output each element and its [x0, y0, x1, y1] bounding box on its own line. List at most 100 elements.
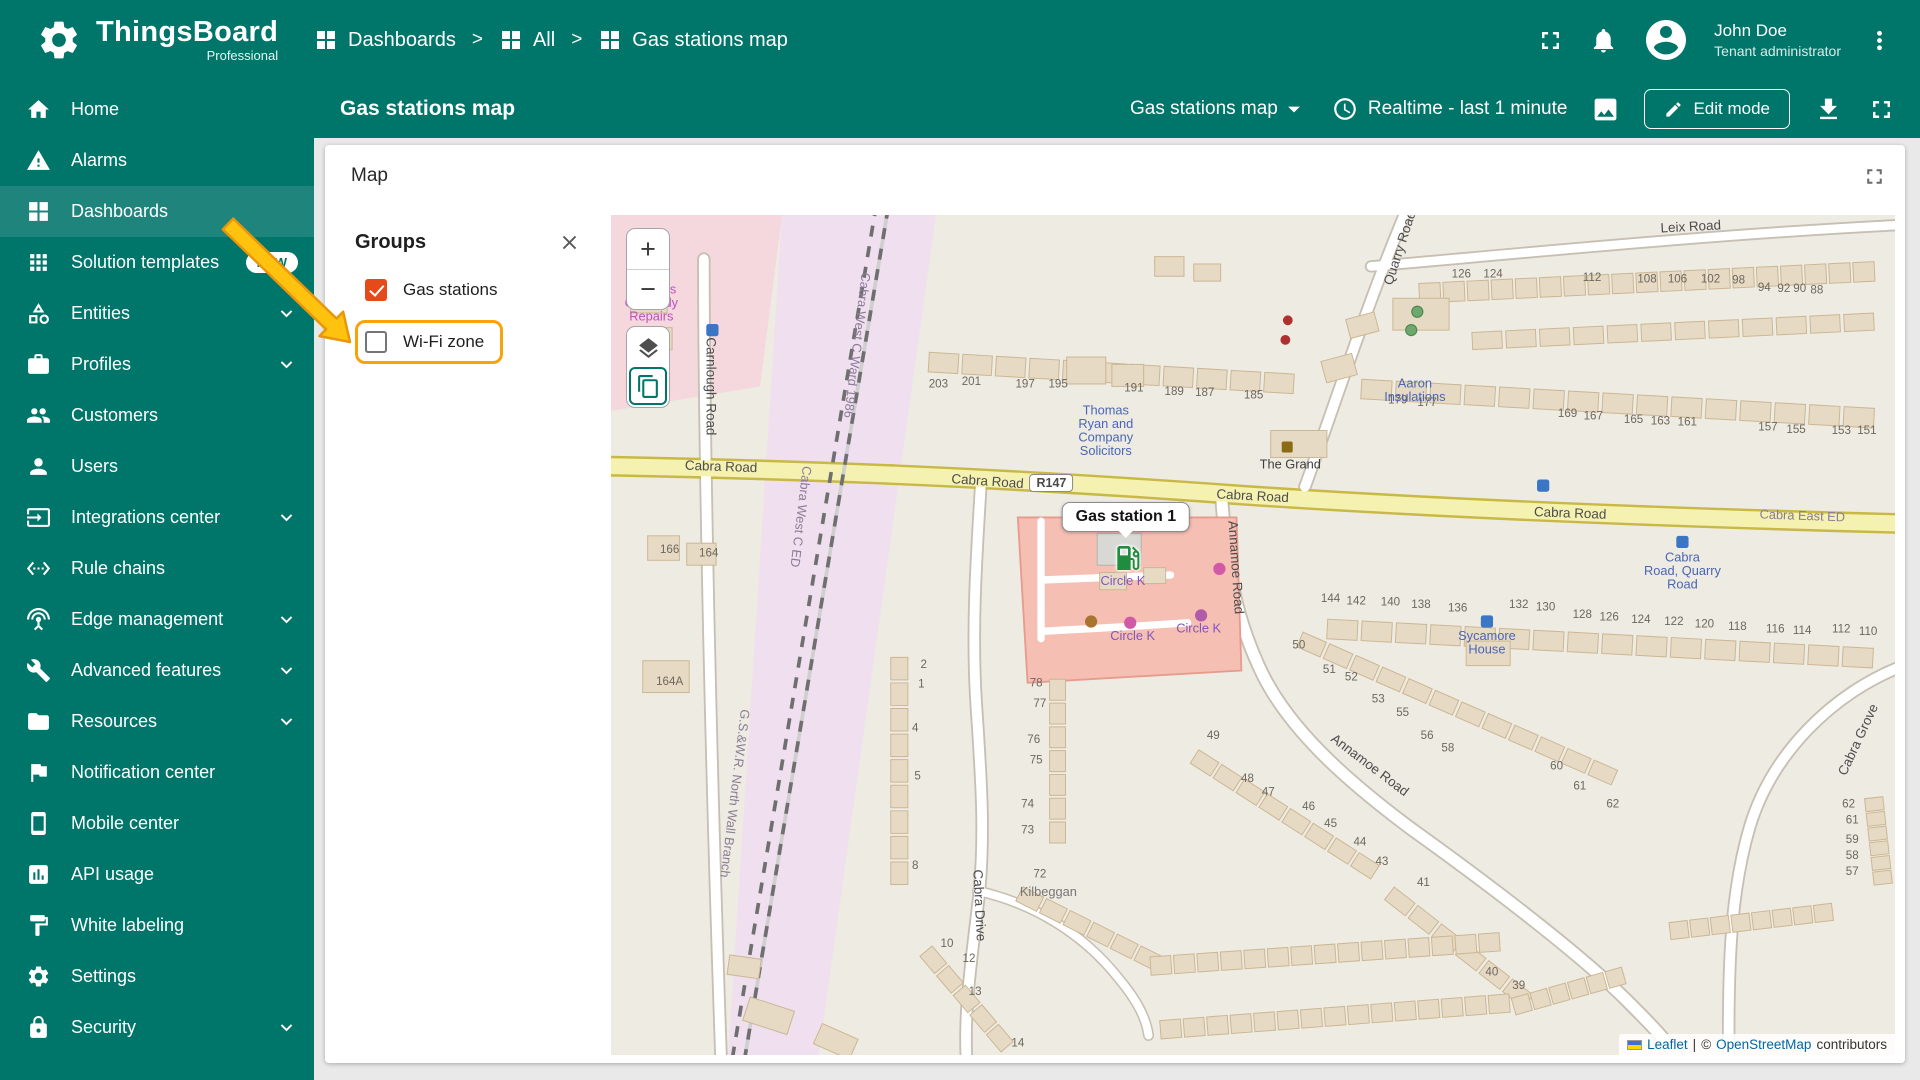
close-icon[interactable]	[558, 231, 581, 254]
svg-text:169: 169	[1558, 407, 1577, 420]
dashboard-grid-icon	[317, 31, 335, 49]
sidebar-item-customers[interactable]: Customers	[0, 390, 314, 441]
svg-text:164: 164	[699, 547, 719, 560]
breadcrumb-item-all[interactable]: All	[499, 28, 555, 52]
svg-text:55: 55	[1396, 706, 1409, 719]
user-avatar-icon[interactable]	[1642, 16, 1690, 64]
map-controls: + −	[626, 228, 670, 408]
sidebar-item-label: Solution templates	[71, 252, 220, 272]
svg-text:187: 187	[1195, 386, 1214, 399]
svg-text:142: 142	[1347, 594, 1366, 607]
svg-text:110: 110	[1859, 625, 1877, 638]
sidebar-item-solution-templates[interactable]: Solution templates NEW	[0, 237, 314, 288]
rulechains-icon	[26, 561, 51, 576]
svg-text:5: 5	[914, 769, 920, 782]
svg-text:Circle K: Circle K	[1110, 628, 1155, 643]
svg-text:203: 203	[929, 378, 948, 391]
sidebar-item-settings[interactable]: Settings	[0, 951, 314, 1002]
unchecked-checkbox[interactable]	[365, 331, 387, 353]
sidebar-item-edge-management[interactable]: Edge management	[0, 594, 314, 645]
sidebar-item-label: Customers	[71, 405, 159, 425]
user-info: John Doe Tenant administrator	[1714, 20, 1841, 60]
sidebar-item-advanced-features[interactable]: Advanced features	[0, 645, 314, 696]
copy-overlap-icon	[637, 374, 658, 398]
breadcrumb-item-dashboards[interactable]: Dashboards	[314, 28, 456, 52]
svg-text:Carnlough Road: Carnlough Road	[703, 337, 718, 435]
svg-text:201: 201	[962, 375, 981, 388]
widget-fullscreen-icon[interactable]	[1862, 164, 1887, 189]
svg-text:45: 45	[1324, 817, 1337, 830]
svg-text:10: 10	[941, 937, 954, 950]
settings-icon	[28, 966, 49, 987]
svg-text:157: 157	[1758, 420, 1777, 433]
sidebar-item-label: Rule chains	[71, 558, 166, 578]
poi-icon	[1280, 335, 1291, 345]
home-icon	[28, 100, 49, 118]
fullscreen-icon[interactable]	[1536, 26, 1565, 55]
image-export-icon[interactable]	[1591, 95, 1620, 124]
sidebar-item-notification-center[interactable]: Notification center	[0, 747, 314, 798]
sidebar-item-entities[interactable]: Entities	[0, 288, 314, 339]
sidebar-item-mobile-center[interactable]: Mobile center	[0, 798, 314, 849]
fullscreen-dashboard-icon[interactable]	[1867, 95, 1896, 124]
osm-link[interactable]: OpenStreetMap	[1716, 1037, 1811, 1052]
svg-text:53: 53	[1372, 692, 1385, 705]
sidebar-item-label: Dashboards	[71, 201, 169, 221]
svg-text:144: 144	[1321, 592, 1341, 605]
svg-text:197: 197	[1015, 378, 1034, 391]
more-vertical-icon[interactable]	[1865, 26, 1894, 55]
svg-text:112: 112	[1832, 623, 1850, 636]
svg-text:Cabra East ED: Cabra East ED	[1759, 506, 1845, 524]
svg-text:39: 39	[1512, 979, 1525, 992]
svg-text:78: 78	[1030, 676, 1043, 689]
breadcrumb-label: All	[532, 28, 556, 51]
select-on-map-button[interactable]	[629, 367, 667, 405]
svg-text:72: 72	[1033, 867, 1046, 880]
customers-icon	[27, 408, 50, 423]
sidebar-item-label: Home	[71, 99, 120, 119]
sidebar-item-rule-chains[interactable]: Rule chains	[0, 543, 314, 594]
group-label: Gas stations	[403, 280, 498, 299]
sidebar-item-home[interactable]: Home	[0, 84, 314, 135]
svg-text:126: 126	[1452, 267, 1471, 280]
svg-text:90: 90	[1793, 282, 1806, 295]
edit-mode-button[interactable]: Edit mode	[1644, 89, 1790, 129]
svg-text:59: 59	[1846, 833, 1859, 846]
sidebar-item-security[interactable]: Security	[0, 1002, 314, 1053]
svg-text:1: 1	[918, 678, 924, 691]
gas-station-marker[interactable]	[1112, 542, 1144, 574]
leaflet-link[interactable]: Leaflet	[1647, 1037, 1688, 1052]
sidebar-item-profiles[interactable]: Profiles	[0, 339, 314, 390]
svg-text:12: 12	[963, 952, 976, 965]
entities-icon	[29, 303, 49, 324]
svg-text:153: 153	[1832, 424, 1851, 437]
zoom-in-button[interactable]: +	[627, 229, 669, 269]
users-icon	[30, 458, 47, 475]
sidebar-item-users[interactable]: Users	[0, 441, 314, 492]
bus-stop-icon	[706, 323, 719, 337]
group-row-gas-stations[interactable]: Gas stations	[355, 268, 517, 312]
notifications-bell-icon[interactable]	[1589, 26, 1618, 55]
groups-panel: Groups Gas stations Wi-Fi zone	[325, 207, 611, 1063]
thingsboard-logo[interactable]: ThingsBoard Professional	[0, 17, 300, 63]
sidebar-item-api-usage[interactable]: API usage	[0, 849, 314, 900]
sidebar-item-alarms[interactable]: Alarms	[0, 135, 314, 186]
map-canvas[interactable]: 203 201 197 195 191 189 187 185 179 177 169 167 165 1…	[611, 215, 1895, 1055]
map-layers-button[interactable]	[629, 329, 667, 367]
checked-checkbox[interactable]	[365, 279, 387, 301]
sidebar-item-white-labeling[interactable]: White labeling	[0, 900, 314, 951]
download-icon[interactable]	[1814, 95, 1843, 124]
timewindow-button[interactable]: Realtime - last 1 minute	[1332, 96, 1567, 122]
breadcrumb-item-gas-stations-map[interactable]: Gas stations map	[598, 28, 788, 52]
sidebar-item-label: Mobile center	[71, 813, 180, 833]
svg-text:52: 52	[1345, 670, 1358, 683]
alarms-icon	[27, 150, 50, 170]
svg-text:128: 128	[1573, 608, 1592, 621]
dashboard-select[interactable]: Gas stations map	[1130, 95, 1308, 123]
sidebar-item-resources[interactable]: Resources	[0, 696, 314, 747]
svg-text:13: 13	[969, 985, 982, 998]
sidebar-item-dashboards[interactable]: Dashboards	[0, 186, 314, 237]
zoom-out-button[interactable]: −	[627, 269, 669, 309]
group-row-wi-fi-zone[interactable]: Wi-Fi zone	[355, 320, 504, 364]
sidebar-item-integrations-center[interactable]: Integrations center	[0, 492, 314, 543]
